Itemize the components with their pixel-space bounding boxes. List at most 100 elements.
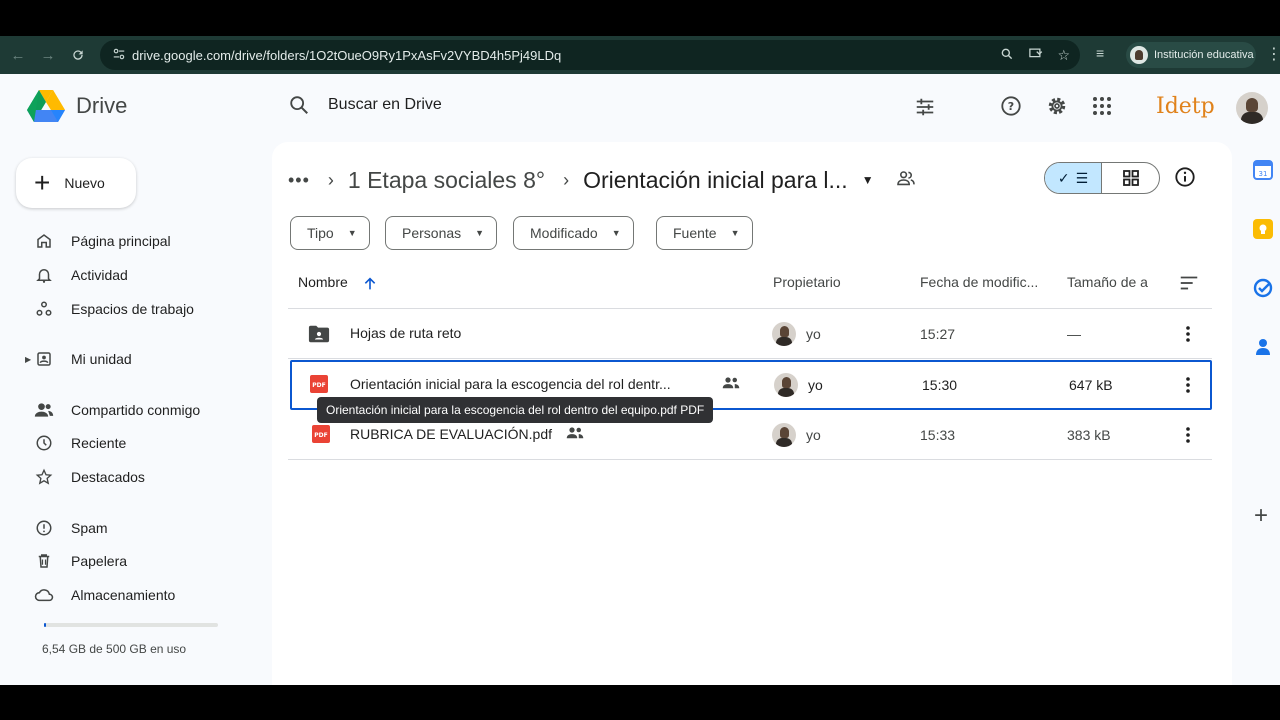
sidebar-item-label: Papelera (71, 553, 128, 569)
reading-list-icon[interactable]: ≡ (1096, 45, 1104, 61)
breadcrumb-parent[interactable]: 1 Etapa sociales 8° (348, 167, 545, 194)
filter-chip-source[interactable]: Fuente ▼ (656, 216, 753, 250)
letterbox-top (0, 0, 1280, 36)
reload-icon[interactable] (63, 40, 93, 70)
sidebar-item-storage[interactable]: Almacenamiento (26, 579, 175, 611)
sort-ascending-icon[interactable] (358, 272, 382, 296)
browser-profile[interactable]: Institución educativa (1126, 42, 1256, 68)
profile-label: Institución educativa (1154, 49, 1254, 61)
grid-icon (1122, 170, 1139, 186)
svg-text:PDF: PDF (312, 382, 325, 389)
owner-name: yo (808, 377, 823, 393)
storage-progress-fill (44, 623, 47, 627)
bookmark-star-icon[interactable]: ☆ (1057, 47, 1070, 64)
shared-people-icon (566, 426, 584, 445)
sidebar-item-label: Reciente (71, 435, 127, 451)
dropdown-arrow-icon: ▼ (730, 228, 740, 238)
expand-arrow-icon[interactable]: ▶ (25, 355, 31, 364)
search-input[interactable]: Buscar en Drive (328, 96, 442, 114)
file-size: 383 kB (1067, 427, 1111, 443)
breadcrumb-current[interactable]: Orientación inicial para l... (583, 167, 848, 194)
sidebar-item-starred[interactable]: Destacados (26, 461, 145, 493)
column-header-name[interactable]: Nombre (298, 274, 348, 290)
dropdown-arrow-icon: ▼ (611, 228, 621, 238)
install-app-icon[interactable] (1028, 46, 1043, 64)
sidebar-item-spam[interactable]: Spam (26, 512, 108, 544)
zoom-icon[interactable] (1000, 47, 1014, 64)
organization-logo: Idetp (1156, 94, 1215, 119)
browser-menu-icon[interactable]: ⋮ (1266, 44, 1280, 64)
pdf-icon: PDF (312, 425, 330, 448)
view-toggle: ✓ ☰ (1044, 162, 1160, 194)
filter-chip-type[interactable]: Tipo ▼ (290, 216, 370, 250)
chip-label: Personas (402, 225, 462, 241)
account-avatar[interactable] (1236, 92, 1268, 124)
dropdown-arrow-icon: ▼ (347, 228, 357, 238)
column-header-owner[interactable]: Propietario (773, 274, 841, 290)
filter-chip-people[interactable]: Personas ▼ (385, 216, 498, 250)
more-actions-icon[interactable] (1176, 423, 1200, 447)
info-icon[interactable] (1174, 166, 1196, 193)
more-actions-icon[interactable] (1176, 373, 1200, 397)
chevron-right-icon: › (563, 169, 570, 190)
storage-usage-text: 6,54 GB de 500 GB en uso (42, 642, 187, 656)
sidebar-item-label: Spam (71, 520, 108, 536)
more-actions-icon[interactable] (1176, 322, 1200, 346)
folder-shared-people-icon[interactable] (896, 170, 916, 191)
grid-view-button[interactable] (1102, 163, 1159, 193)
search-icon[interactable] (288, 94, 310, 121)
sidebar-item-recent[interactable]: Reciente (26, 427, 126, 459)
shared-people-icon (722, 376, 740, 395)
bell-icon (34, 265, 54, 285)
home-icon (34, 231, 54, 251)
shared-folder-icon (308, 324, 330, 349)
help-icon[interactable]: ? (999, 94, 1023, 118)
modified-date: 15:30 (922, 377, 958, 393)
drive-logo[interactable]: Drive (26, 88, 127, 124)
site-info-icon[interactable] (112, 47, 132, 64)
chip-label: Tipo (307, 225, 334, 241)
sidebar-item-trash[interactable]: Papelera (26, 545, 127, 577)
column-header-size[interactable]: Tamaño de a (1067, 274, 1148, 290)
forward-icon[interactable]: → (33, 40, 63, 70)
sidebar-item-label: Página principal (71, 233, 171, 249)
search-bar[interactable]: Buscar en Drive (272, 82, 952, 130)
file-name: RUBRICA DE EVALUACIÓN.pdf (350, 426, 553, 442)
sidebar-item-activity[interactable]: Actividad (26, 259, 128, 291)
column-header-modified[interactable]: Fecha de modific... (920, 274, 1038, 290)
tasks-icon[interactable] (1253, 278, 1273, 298)
file-name: Orientación inicial para la escogencia d… (350, 376, 671, 392)
sidebar-item-shared-with-me[interactable]: Compartido conmigo (26, 394, 200, 426)
browser-toolbar: ← → drive.google.com/drive/folders/1O2tO… (0, 36, 1280, 74)
modified-date: 15:27 (920, 326, 956, 342)
profile-avatar (1130, 46, 1148, 64)
settings-gear-icon[interactable] (1045, 94, 1069, 118)
chevron-right-icon: › (327, 169, 334, 190)
calendar-icon[interactable]: 31 (1253, 160, 1273, 180)
breadcrumb-overflow-icon[interactable]: ••• (288, 170, 310, 191)
folder-menu-dropdown-icon[interactable]: ▼ (862, 173, 874, 187)
url-text: drive.google.com/drive/folders/1O2tOueO9… (132, 47, 562, 63)
sort-options-icon[interactable] (1178, 272, 1200, 299)
sidebar-item-my-drive[interactable]: ▶ Mi unidad (25, 343, 132, 375)
back-icon[interactable]: ← (3, 40, 33, 70)
contacts-icon[interactable] (1253, 337, 1273, 357)
drive-logo-icon (27, 90, 65, 122)
breadcrumb: ••• › 1 Etapa sociales 8° › Orientación … (288, 162, 916, 198)
star-icon (34, 467, 54, 487)
table-row[interactable]: Hojas de ruta reto yo 15:27 — (288, 309, 1212, 359)
new-button[interactable]: + Nuevo (16, 158, 136, 208)
sidebar-item-workspaces[interactable]: Espacios de trabajo (26, 293, 194, 325)
add-addon-plus-icon[interactable]: + (1254, 502, 1268, 530)
sidebar-item-label: Almacenamiento (71, 587, 176, 603)
svg-text:PDF: PDF (314, 432, 327, 439)
search-options-icon[interactable] (914, 96, 936, 123)
keep-icon[interactable] (1253, 219, 1273, 239)
storage-progress-bar (44, 623, 218, 627)
apps-grid-icon[interactable] (1090, 94, 1114, 118)
list-view-button[interactable]: ✓ ☰ (1045, 163, 1103, 193)
sidebar-item-home[interactable]: Página principal (26, 225, 171, 257)
address-bar[interactable]: drive.google.com/drive/folders/1O2tOueO9… (100, 40, 1080, 70)
filter-chip-modified[interactable]: Modificado ▼ (513, 216, 634, 250)
owner-avatar (774, 373, 798, 397)
